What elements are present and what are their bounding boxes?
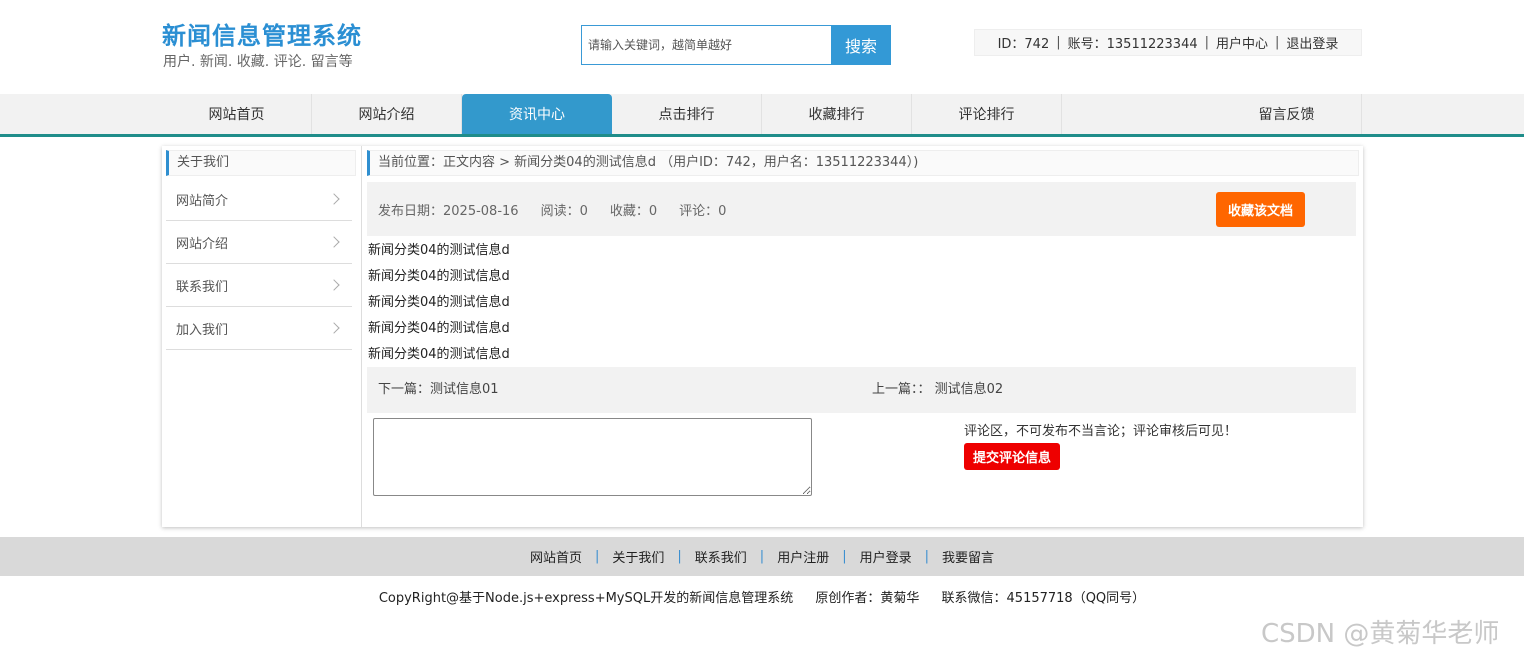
footer-link-login[interactable]: 用户登录 bbox=[860, 547, 912, 566]
article-line: 新闻分类04的测试信息d bbox=[368, 295, 510, 310]
nav-item-news-center[interactable]: 资讯中心 bbox=[462, 94, 612, 134]
footer-link-message[interactable]: 我要留言 bbox=[942, 547, 994, 566]
next-article-label: 下一篇： bbox=[378, 382, 431, 397]
prev-article-link[interactable]: 测试信息02 bbox=[935, 382, 1004, 397]
comment-count: 评论：0 bbox=[679, 203, 727, 219]
sidebar-item-join[interactable]: 加入我们 bbox=[166, 307, 352, 350]
view-count: 阅读：0 bbox=[540, 203, 588, 219]
logout-link[interactable]: 退出登录 bbox=[1286, 33, 1338, 52]
favorite-button[interactable]: 收藏该文档 bbox=[1216, 192, 1305, 227]
nav-item-home[interactable]: 网站首页 bbox=[162, 94, 312, 134]
article-content: 当前位置：正文内容 > 新闻分类04的测试信息d （用户ID：742，用户名：1… bbox=[363, 146, 1363, 527]
chevron-right-icon bbox=[328, 236, 340, 248]
sidebar-item-label: 加入我们 bbox=[176, 322, 229, 338]
submit-comment-button[interactable]: 提交评论信息 bbox=[964, 443, 1060, 470]
chevron-right-icon bbox=[328, 279, 340, 291]
user-center-link[interactable]: 用户中心 bbox=[1216, 33, 1268, 52]
nav-item-favorite-rank[interactable]: 收藏排行 bbox=[762, 94, 912, 134]
prev-article: 上一篇：： 测试信息02 bbox=[872, 367, 1003, 413]
separator: | bbox=[1056, 35, 1061, 50]
article-body: 新闻分类04的测试信息d 新闻分类04的测试信息d 新闻分类04的测试信息d 新… bbox=[368, 238, 1358, 368]
nav-item-feedback[interactable]: 留言反馈 bbox=[1212, 94, 1362, 134]
main-panel: 关于我们 网站简介 网站介绍 联系我们 加入我们 当前位置：正文内容 > 新闻分… bbox=[162, 146, 1363, 527]
comment-notice: 评论区，不可发布不当言论；评论审核后可见！ bbox=[964, 424, 1238, 439]
sidebar-item-site-profile[interactable]: 网站简介 bbox=[166, 178, 352, 221]
separator: | bbox=[1204, 35, 1209, 50]
footer-link-about[interactable]: 关于我们 bbox=[612, 547, 664, 566]
sidebar: 关于我们 网站简介 网站介绍 联系我们 加入我们 bbox=[162, 146, 362, 527]
site-subtitle: 用户. 新闻. 收藏. 评论. 留言等 bbox=[163, 54, 353, 70]
nav-item-click-rank[interactable]: 点击排行 bbox=[612, 94, 762, 134]
user-info-bar: ID：742 | 账号：13511223344 | 用户中心 | 退出登录 bbox=[974, 29, 1362, 56]
user-id: ID：742 bbox=[997, 37, 1050, 52]
separator: | bbox=[594, 549, 600, 564]
prev-article-label: 上一篇：： bbox=[872, 382, 931, 397]
separator: | bbox=[759, 549, 765, 564]
copyright: CopyRight@基于Node.js+express+MySQL开发的新闻信息… bbox=[0, 587, 1524, 606]
sidebar-title: 关于我们 bbox=[166, 150, 356, 176]
nav-item-intro[interactable]: 网站介绍 bbox=[312, 94, 462, 134]
author-text: 原创作者：黄菊华 bbox=[815, 591, 920, 606]
footer-nav: 网站首页 | 关于我们 | 联系我们 | 用户注册 | 用户登录 | 我要留言 bbox=[0, 537, 1524, 576]
user-account: 账号：13511223344 bbox=[1067, 37, 1198, 52]
sidebar-item-label: 网站介绍 bbox=[176, 236, 229, 252]
article-line: 新闻分类04的测试信息d bbox=[368, 347, 510, 362]
publish-date: 发布日期：2025-08-16 bbox=[378, 203, 519, 219]
contact-text: 联系微信：45157718（QQ同号） bbox=[941, 591, 1146, 606]
comment-textarea[interactable] bbox=[373, 418, 812, 496]
site-title[interactable]: 新闻信息管理系统 bbox=[162, 16, 362, 51]
search-button[interactable]: 搜索 bbox=[831, 25, 891, 65]
search-bar: 搜索 bbox=[581, 25, 891, 65]
breadcrumb: 当前位置：正文内容 > 新闻分类04的测试信息d （用户ID：742，用户名：1… bbox=[367, 150, 1359, 176]
next-article: 下一篇：测试信息01 bbox=[378, 367, 499, 413]
sidebar-item-contact[interactable]: 联系我们 bbox=[166, 264, 352, 307]
article-pager: 下一篇：测试信息01 上一篇：： 测试信息02 bbox=[367, 367, 1356, 413]
chevron-right-icon bbox=[328, 193, 340, 205]
favorite-count: 收藏：0 bbox=[609, 203, 658, 219]
search-input[interactable] bbox=[581, 25, 831, 65]
article-line: 新闻分类04的测试信息d bbox=[368, 243, 510, 258]
separator: | bbox=[677, 549, 682, 564]
header: 新闻信息管理系统 用户. 新闻. 收藏. 评论. 留言等 搜索 ID：742 |… bbox=[0, 0, 1524, 94]
article-line: 新闻分类04的测试信息d bbox=[368, 321, 510, 336]
watermark: CSDN @黄菊华老师 bbox=[1261, 619, 1500, 649]
footer-link-contact[interactable]: 联系我们 bbox=[695, 547, 747, 566]
sidebar-item-label: 联系我们 bbox=[176, 279, 229, 295]
separator: | bbox=[1275, 35, 1280, 50]
sidebar-item-site-intro[interactable]: 网站介绍 bbox=[166, 221, 352, 264]
chevron-right-icon bbox=[328, 322, 340, 334]
copyright-text: CopyRight@基于Node.js+express+MySQL开发的新闻信息… bbox=[378, 591, 794, 606]
next-article-link[interactable]: 测试信息01 bbox=[430, 382, 499, 397]
article-meta-bar: 发布日期：2025-08-16 阅读：0 收藏：0 评论：0 收藏该文档 bbox=[367, 182, 1356, 236]
separator: | bbox=[842, 549, 847, 564]
sidebar-item-label: 网站简介 bbox=[176, 193, 229, 209]
separator: | bbox=[924, 549, 929, 564]
main-nav: 网站首页 网站介绍 资讯中心 点击排行 收藏排行 评论排行 留言反馈 bbox=[0, 94, 1524, 137]
footer-link-register[interactable]: 用户注册 bbox=[777, 547, 829, 566]
nav-item-comment-rank[interactable]: 评论排行 bbox=[912, 94, 1062, 134]
article-line: 新闻分类04的测试信息d bbox=[368, 269, 510, 284]
footer-link-home[interactable]: 网站首页 bbox=[530, 547, 582, 566]
